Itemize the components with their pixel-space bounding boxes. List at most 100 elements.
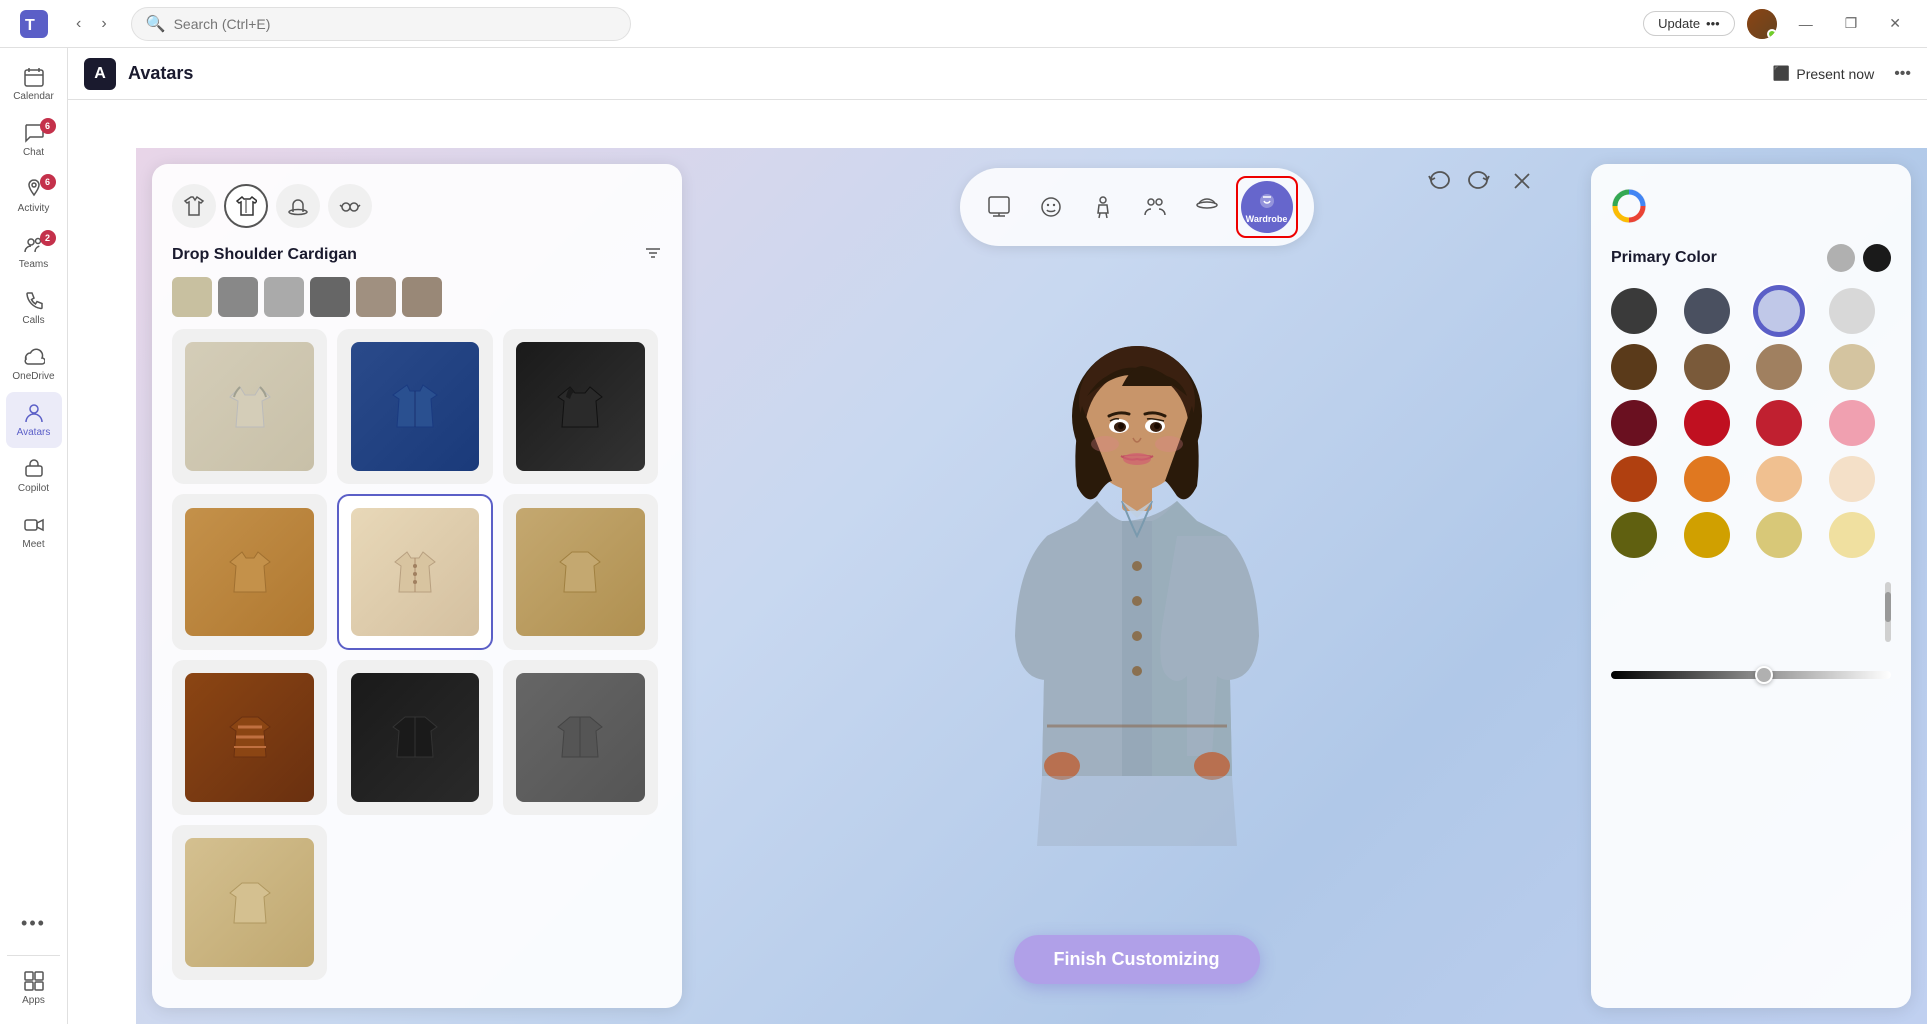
sidebar-item-teams[interactable]: 2 Teams [6,224,62,280]
undo-button[interactable] [1425,168,1451,200]
clothing-item-4[interactable] [172,494,327,649]
sidebar-item-more[interactable]: ••• [6,895,62,951]
brightness-slider[interactable] [1611,671,1891,679]
scrollbar-thumb[interactable] [1885,592,1891,622]
swatch-light-yellow[interactable] [1829,512,1875,558]
clothing-item-6[interactable] [503,494,658,649]
search-input[interactable] [174,16,616,32]
app-titlebar-right: ⬛ Present now ••• [1765,61,1911,86]
scroll-thumb-4[interactable] [310,277,350,317]
cat-group-button[interactable] [1132,184,1178,230]
swatch-medium-brown[interactable] [1684,344,1730,390]
clothing-item-9[interactable] [503,660,658,815]
app-titlebar: A Avatars ⬛ Present now ••• [68,48,1927,100]
redo-button[interactable] [1467,168,1493,200]
meet-icon [23,514,45,536]
onedrive-label: OneDrive [12,371,54,382]
swatch-peach[interactable] [1829,456,1875,502]
clothing-item-1[interactable] [172,329,327,484]
swatch-light-orange[interactable] [1756,456,1802,502]
activity-badge: 6 [40,174,56,190]
forward-button[interactable]: › [93,11,114,37]
clothing-grid [172,329,658,980]
clothing-item-5[interactable] [337,494,492,649]
sidebar-item-calendar[interactable]: Calendar [6,56,62,112]
wardrobe-tab-jacket[interactable] [224,184,268,228]
meet-label: Meet [22,539,44,550]
wardrobe-tab-shirt[interactable] [172,184,216,228]
titlebar-right: Update ••• — ❐ ✕ [1643,9,1927,39]
swatch-dark-red[interactable] [1611,400,1657,446]
swatch-bright-red[interactable] [1756,400,1802,446]
color-presets [1827,244,1891,272]
swatch-dark-brown[interactable] [1611,344,1657,390]
sidebar-item-avatars[interactable]: Avatars [6,392,62,448]
update-button[interactable]: Update ••• [1643,11,1735,36]
finish-customizing-button[interactable]: Finish Customizing [1014,935,1260,984]
titlebar: T ‹ › 🔍 Update ••• — ❐ ✕ [0,0,1927,48]
color-preset-gray[interactable] [1827,244,1855,272]
swatch-tan-brown[interactable] [1756,344,1802,390]
clothing-item-8[interactable] [337,660,492,815]
calls-label: Calls [22,315,44,326]
swatch-light-gold[interactable] [1756,512,1802,558]
swatch-light-gray[interactable] [1829,288,1875,334]
color-title: Primary Color [1611,249,1717,267]
swatch-light-pink[interactable] [1829,400,1875,446]
back-button[interactable]: ‹ [68,11,89,37]
color-preset-black[interactable] [1863,244,1891,272]
swatch-slate[interactable] [1684,288,1730,334]
sidebar-item-chat[interactable]: 6 Chat [6,112,62,168]
filter-icon[interactable] [644,244,662,265]
maximize-button[interactable]: ❐ [1835,11,1868,36]
sidebar-item-calls[interactable]: Calls [6,280,62,336]
wardrobe-tab-hat[interactable] [276,184,320,228]
sidebar-item-meet[interactable]: Meet [6,504,62,560]
sidebar-item-onedrive[interactable]: OneDrive [6,336,62,392]
wardrobe-panel: Drop Shoulder Cardigan [152,164,682,1008]
cat-body-button[interactable] [1080,184,1126,230]
swatch-red[interactable] [1684,400,1730,446]
sidebar-item-activity[interactable]: 6 Activity [6,168,62,224]
swatch-olive[interactable] [1611,512,1657,558]
search-bar[interactable]: 🔍 [131,7,631,41]
category-toolbar: Wardrobe [960,168,1314,246]
user-avatar[interactable] [1747,9,1777,39]
calendar-icon [23,66,45,88]
page-title: Avatars [128,63,193,84]
app-area: A Avatars ⬛ Present now ••• [68,48,1927,1024]
present-label: Present now [1796,66,1874,82]
swatch-light-tan[interactable] [1829,344,1875,390]
clothing-item-2[interactable] [337,329,492,484]
clothing-item-10[interactable] [172,825,327,980]
minimize-button[interactable]: — [1789,12,1823,36]
present-now-button[interactable]: ⬛ Present now [1765,61,1882,86]
cat-face-button[interactable] [1028,184,1074,230]
swatch-gold[interactable] [1684,512,1730,558]
cat-wardrobe-button[interactable]: Wardrobe [1241,181,1293,233]
sidebar-item-copilot[interactable]: Copilot [6,448,62,504]
main-content: Drop Shoulder Cardigan [136,148,1927,1024]
scroll-thumb-2[interactable] [218,277,258,317]
scroll-thumb-6[interactable] [402,277,442,317]
clothing-item-3[interactable] [503,329,658,484]
scroll-thumb-3[interactable] [264,277,304,317]
wardrobe-tab-glasses[interactable] [328,184,372,228]
scroll-thumb-5[interactable] [356,277,396,317]
swatch-orange[interactable] [1684,456,1730,502]
swatch-light-blue-selected[interactable] [1756,288,1802,334]
swatch-dark-orange[interactable] [1611,456,1657,502]
cat-accessories-button[interactable] [1184,184,1230,230]
search-icon: 🔍 [146,14,166,34]
close-button[interactable]: ✕ [1879,11,1911,36]
scroll-thumb-1[interactable] [172,277,212,317]
swatch-dark-gray[interactable] [1611,288,1657,334]
calls-icon [23,290,45,312]
sidebar-item-apps[interactable]: Apps [6,960,62,1016]
cat-avatar-select-button[interactable] [976,184,1022,230]
close-avatar-button[interactable] [1509,168,1535,200]
update-dots: ••• [1706,16,1720,31]
clothing-item-7[interactable] [172,660,327,815]
app-more-button[interactable]: ••• [1894,65,1911,83]
activity-label: Activity [18,203,50,214]
